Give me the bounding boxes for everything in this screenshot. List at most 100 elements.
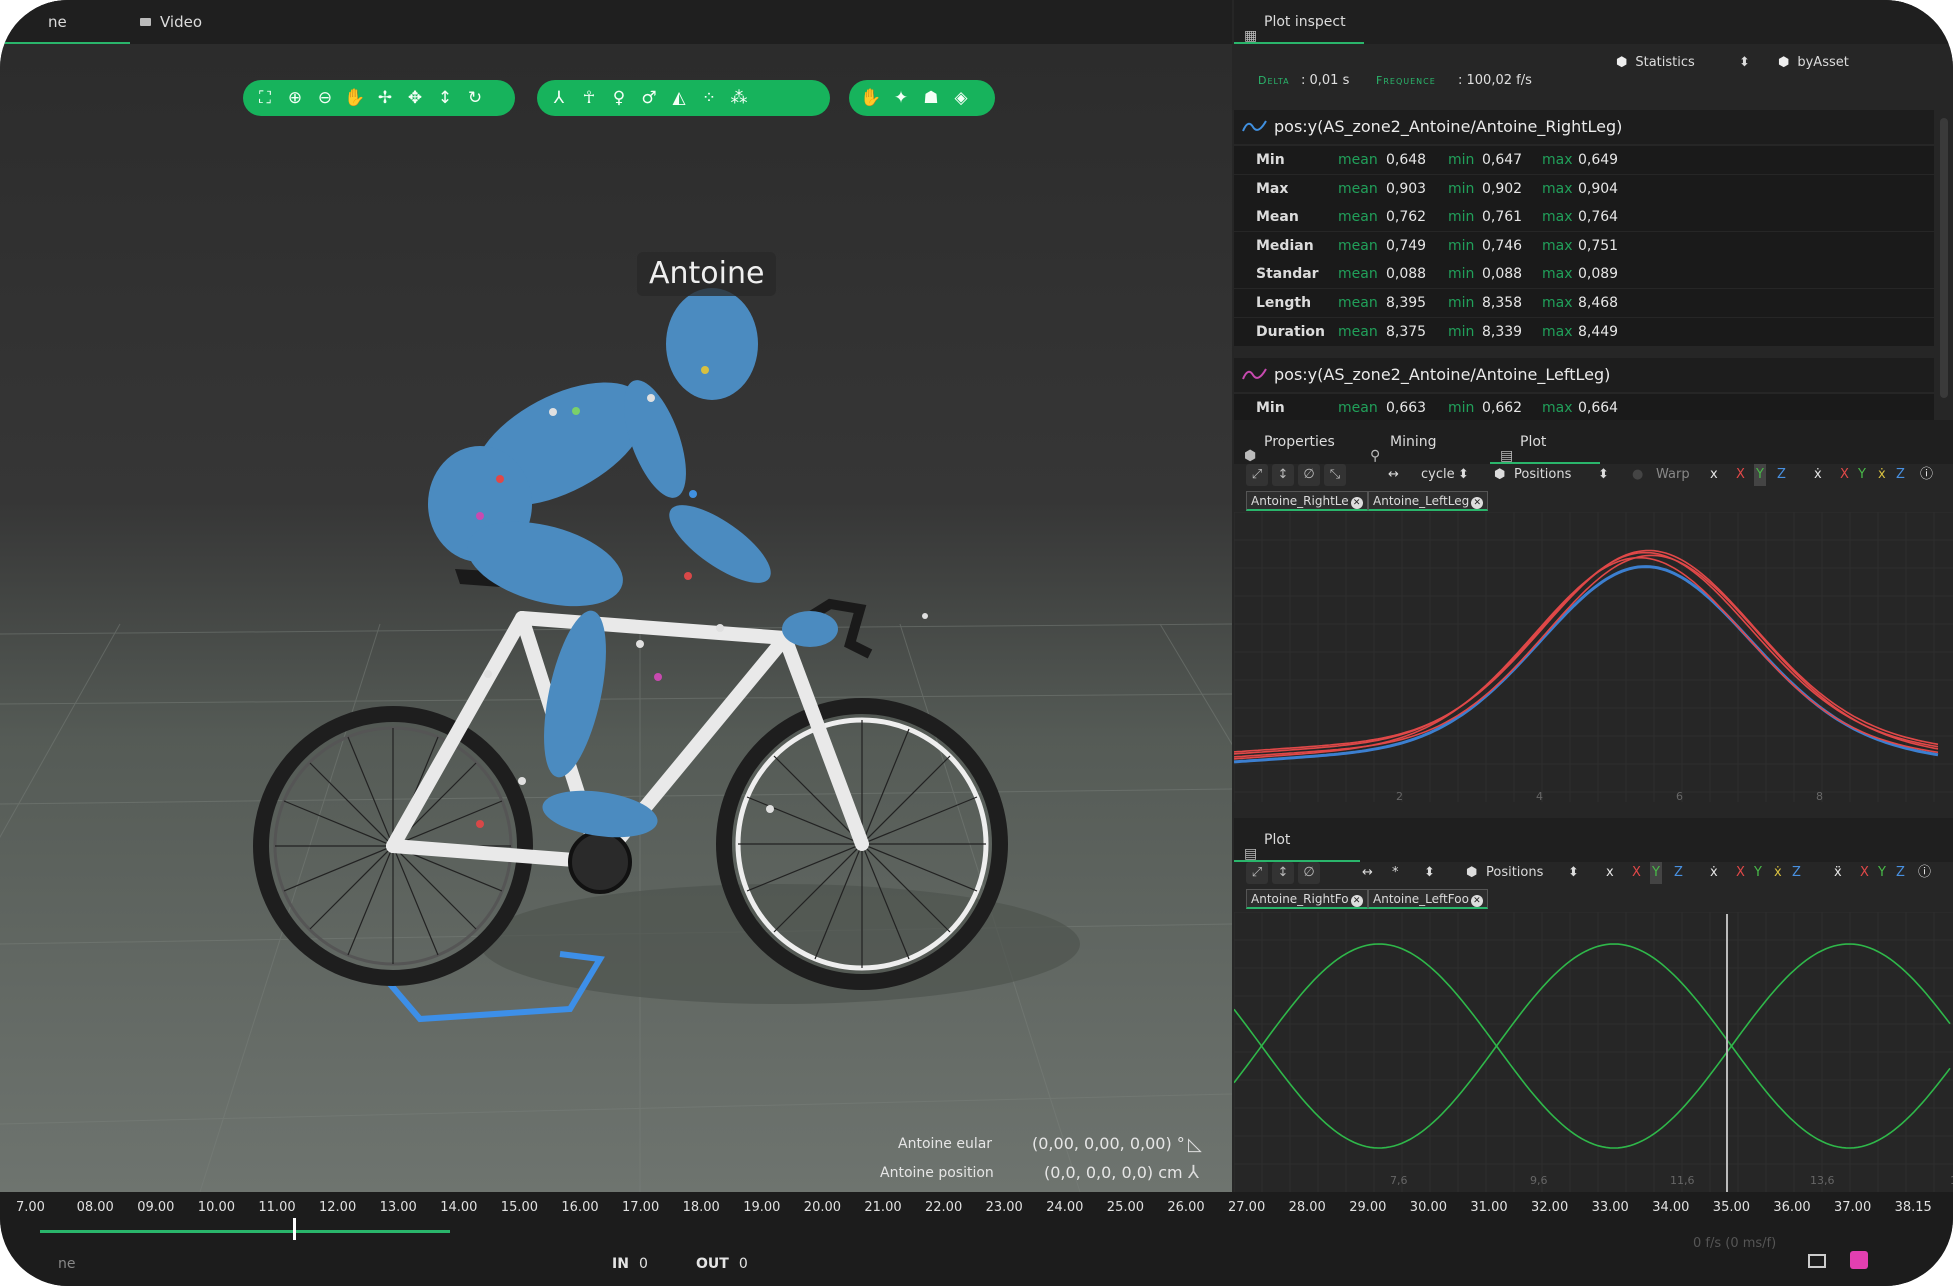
mode-select[interactable]: cycle bbox=[1421, 464, 1455, 486]
min-value: 0,088 bbox=[1482, 266, 1523, 283]
close-icon[interactable]: ✕ bbox=[1350, 895, 1363, 907]
time-tick-label: 22.00 bbox=[925, 1200, 963, 1215]
3d-viewport[interactable]: ne Video ⛶ ⊕ ⊖ ✋ ✢ ✥ ↕ ↻ ⅄ ☥ ♀ ♂ ◭ ⁘ ⁂ ✋ bbox=[0, 0, 1232, 1192]
status-left-text: ne bbox=[58, 1256, 76, 1272]
out-marker[interactable]: OUT 0 bbox=[696, 1256, 748, 1272]
data-select[interactable]: Positions bbox=[1514, 464, 1571, 486]
info-icon[interactable]: ⓘ bbox=[1918, 862, 1931, 884]
series-header-leftleg[interactable]: pos:y(AS_zone2_Antoine/Antoine_LeftLeg) bbox=[1234, 358, 1934, 392]
empty-set-icon[interactable]: ∅ bbox=[1298, 862, 1320, 884]
chip-rightfoot[interactable]: Antoine_RightFo ✕ bbox=[1246, 889, 1368, 909]
accel-icon: ẋ bbox=[1878, 467, 1886, 482]
chip-leftfoot[interactable]: Antoine_LeftFoo ✕ bbox=[1368, 889, 1488, 909]
vertical-scale-icon[interactable]: ↕ bbox=[1272, 862, 1294, 884]
tab-plot-inspect[interactable]: ▦ Plot inspect bbox=[1234, 0, 1364, 44]
timeline[interactable]: 7.00 08.00 09.00 10.00 11.00 12.00 13.00 14.00 1… bbox=[0, 1192, 1953, 1286]
data-select-2[interactable]: Positions bbox=[1486, 862, 1543, 884]
acc-axis-y-toggle[interactable]: Y bbox=[1878, 862, 1886, 884]
x-tick-label: 2 bbox=[1396, 790, 1403, 803]
mode-select-2[interactable]: * bbox=[1392, 862, 1399, 884]
leftfoot-curve bbox=[1234, 943, 1951, 1149]
close-icon[interactable]: ✕ bbox=[1471, 497, 1484, 509]
axis-x-toggle[interactable]: X bbox=[1736, 464, 1745, 486]
chip-leftleg[interactable]: Antoine_LeftLeg ✕ bbox=[1368, 491, 1489, 511]
time-tick-label: 37.00 bbox=[1834, 1200, 1872, 1215]
acc-axis-x-toggle[interactable]: X bbox=[1860, 862, 1869, 884]
inspect-scrollbar[interactable] bbox=[1940, 118, 1948, 398]
vertical-scale-icon[interactable]: ↕ bbox=[1272, 464, 1294, 486]
tab-3d-scene[interactable]: ne bbox=[0, 0, 130, 44]
frequence-key: Frequence bbox=[1376, 74, 1436, 87]
max-value: 0,751 bbox=[1578, 237, 1619, 254]
vel-axis-y-toggle[interactable]: Y bbox=[1858, 464, 1866, 486]
bottom-plot-canvas[interactable]: 7,69,611,613,615 bbox=[1234, 912, 1953, 1192]
vel-axis-y-toggle-2[interactable]: Y bbox=[1754, 862, 1762, 884]
axis-z-toggle[interactable]: Z bbox=[1777, 464, 1786, 486]
stat-name: Max bbox=[1256, 180, 1289, 197]
mean-key: mean bbox=[1338, 180, 1378, 197]
min-value: 8,339 bbox=[1482, 323, 1523, 340]
tab-video[interactable]: Video bbox=[136, 0, 202, 44]
x-tick-label: 6 bbox=[1676, 790, 1683, 803]
warp-toggle-icon[interactable]: ● bbox=[1632, 464, 1643, 486]
expand-icon[interactable]: ⤢ bbox=[1246, 862, 1268, 884]
mean-value: 0,749 bbox=[1386, 237, 1427, 254]
vel-axis-x-toggle[interactable]: X bbox=[1840, 464, 1849, 486]
axes-gizmo-icon[interactable]: ⅄ bbox=[1188, 1162, 1199, 1183]
layout-icon[interactable] bbox=[1808, 1254, 1826, 1268]
axis-y-toggle[interactable]: Y bbox=[1754, 464, 1766, 486]
max-value: 8,468 bbox=[1578, 295, 1619, 311]
time-tick-label: 16.00 bbox=[561, 1200, 599, 1215]
tab-mining[interactable]: ⚲ Mining bbox=[1360, 420, 1437, 464]
info-icon[interactable]: ⓘ bbox=[1920, 464, 1933, 486]
tab-plot-2[interactable]: ▤ Plot bbox=[1234, 818, 1360, 862]
vel-axis-z-toggle[interactable]: Z bbox=[1896, 464, 1905, 486]
chip-rightleg[interactable]: Antoine_RightLe ✕ bbox=[1246, 491, 1368, 511]
statistics-selector[interactable]: ⬢ Statistics ⬍ bbox=[1616, 50, 1750, 76]
x-tick-label: 11,6 bbox=[1670, 1174, 1695, 1187]
expand-icon[interactable]: ⤢ bbox=[1246, 464, 1268, 486]
cube-icon: ⬢ bbox=[1494, 467, 1506, 482]
tab-properties[interactable]: ⬢ Properties bbox=[1234, 420, 1335, 464]
acc-axis-z-toggle[interactable]: Z bbox=[1896, 862, 1905, 884]
axis-z-toggle-2[interactable]: Z bbox=[1674, 862, 1683, 884]
video-icon bbox=[140, 18, 151, 26]
axis-y-toggle-2[interactable]: Y bbox=[1650, 862, 1662, 884]
close-icon[interactable]: ✕ bbox=[1470, 895, 1483, 907]
stat-row: Length mean 8,395 min 8,358 max 8,468 bbox=[1234, 289, 1934, 317]
time-tick-label: 18.00 bbox=[682, 1200, 720, 1215]
mean-key: mean bbox=[1338, 323, 1378, 340]
delta-value: : 0,01 s bbox=[1301, 73, 1350, 88]
close-icon[interactable]: ✕ bbox=[1350, 497, 1363, 509]
min-key: min bbox=[1448, 152, 1475, 168]
playhead[interactable] bbox=[293, 1218, 296, 1240]
in-marker[interactable]: IN 0 bbox=[612, 1256, 648, 1272]
vel-axis-x-toggle-2[interactable]: X bbox=[1736, 862, 1745, 884]
pipette-icon[interactable]: ⤡ bbox=[1324, 464, 1346, 486]
series-header-rightleg[interactable]: pos:y(AS_zone2_Antoine/Antoine_RightLeg) bbox=[1234, 110, 1934, 144]
time-tick-label: 30.00 bbox=[1409, 1200, 1448, 1215]
vel-axis-z-toggle-2[interactable]: Z bbox=[1792, 862, 1801, 884]
warp-label[interactable]: Warp bbox=[1656, 464, 1690, 486]
tab-plot[interactable]: ▤ Plot bbox=[1490, 420, 1600, 464]
stat-name: Mean bbox=[1256, 209, 1299, 226]
angle-icon[interactable]: ◺ bbox=[1188, 1134, 1202, 1155]
delta-key: Delta bbox=[1258, 74, 1290, 87]
curve-icon bbox=[1242, 120, 1267, 132]
time-tick-label: 20.00 bbox=[803, 1200, 842, 1215]
mean-key: mean bbox=[1338, 237, 1378, 254]
x-tick-label: 9,6 bbox=[1530, 1174, 1548, 1187]
play-range-bar[interactable] bbox=[40, 1230, 450, 1233]
curve-icon bbox=[1242, 368, 1267, 380]
velocity-axis-icon: ẋ bbox=[1814, 467, 1822, 482]
empty-set-icon[interactable]: ∅ bbox=[1298, 464, 1320, 486]
min-key: min bbox=[1448, 237, 1475, 254]
mid-plot-canvas[interactable]: 246810 bbox=[1234, 512, 1953, 812]
min-value: 0,746 bbox=[1482, 237, 1523, 254]
pos-axis-icon: x bbox=[1606, 865, 1614, 880]
axis-x-toggle-2[interactable]: X bbox=[1632, 862, 1641, 884]
stat-row: Min mean 0,663 min 0,662 max 0,664 bbox=[1234, 394, 1934, 422]
save-icon[interactable] bbox=[1850, 1251, 1868, 1269]
min-value: 8,358 bbox=[1482, 295, 1523, 311]
group-selector[interactable]: ⬢ byAsset bbox=[1778, 50, 1849, 76]
